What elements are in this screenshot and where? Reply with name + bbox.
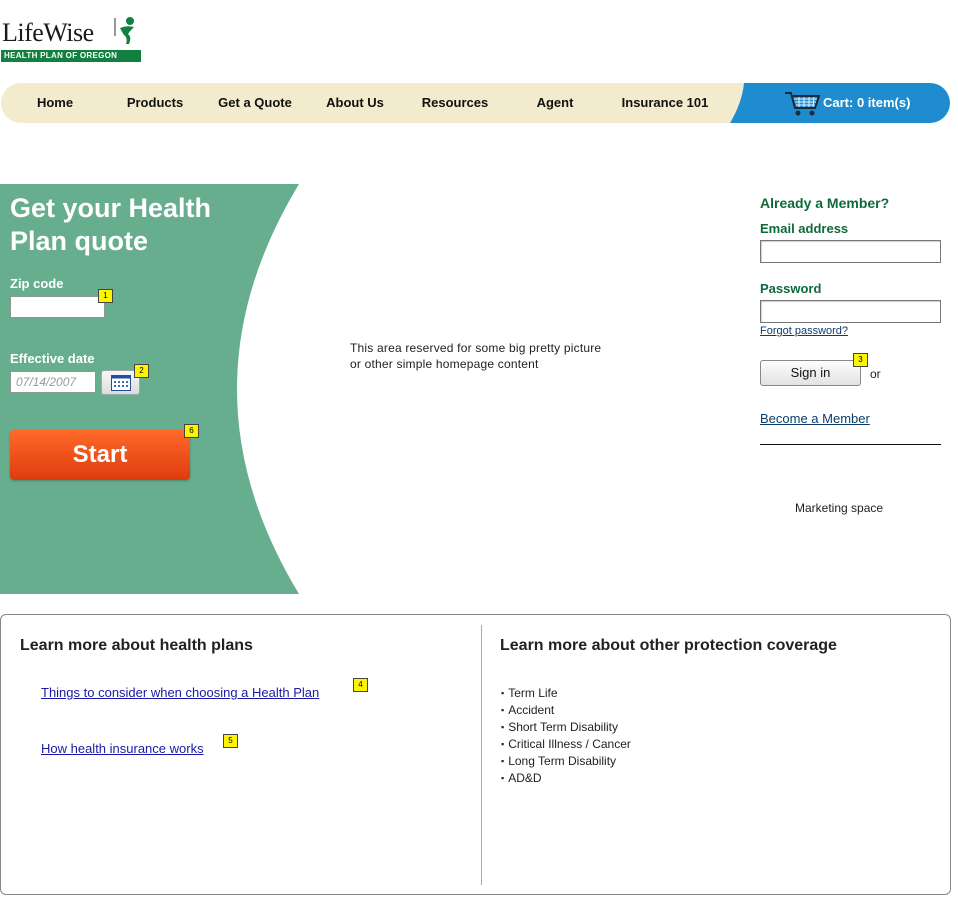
list-item: Critical Illness / Cancer (501, 736, 631, 753)
zip-code-label: Zip code (10, 276, 64, 291)
effective-date-label: Effective date (10, 351, 95, 366)
password-field[interactable] (760, 300, 941, 323)
password-label: Password (760, 281, 822, 296)
person-logo-icon (114, 17, 134, 44)
annotation-badge-1: 1 (98, 289, 113, 303)
main-nav: Home Products Get a Quote About Us Resou… (1, 83, 950, 123)
quote-panel: Get your Health Plan quote Zip code 1 Ef… (0, 184, 300, 594)
list-item: Term Life (501, 685, 631, 702)
forgot-password-link[interactable]: Forgot password? (760, 325, 848, 337)
column-divider (481, 625, 482, 885)
how-insurance-works-link[interactable]: How health insurance works (41, 741, 204, 756)
marketing-space-text: Marketing space (795, 501, 884, 515)
member-title: Already a Member? (760, 195, 890, 211)
learn-more-box: Learn more about health plans Things to … (0, 614, 951, 895)
nav-item-products[interactable]: Products (111, 83, 199, 123)
list-item: AD&D (501, 770, 631, 787)
quote-title: Get your Health Plan quote (10, 193, 212, 256)
list-item: Long Term Disability (501, 753, 631, 770)
start-button[interactable]: Start (10, 430, 190, 480)
annotation-badge-4: 4 (353, 678, 368, 692)
cart-button[interactable]: Cart: 0 item(s) (730, 83, 950, 123)
reserved-content-text: This area reserved for some big pretty p… (350, 341, 602, 371)
annotation-badge-5: 5 (223, 734, 238, 748)
email-field[interactable] (760, 240, 941, 263)
list-item: Short Term Disability (501, 719, 631, 736)
health-plans-heading: Learn more about health plans (20, 637, 253, 654)
email-label: Email address (760, 221, 849, 236)
nav-item-get-a-quote[interactable]: Get a Quote (207, 83, 303, 123)
member-divider (760, 444, 941, 445)
calendar-icon (111, 375, 131, 391)
zip-code-input[interactable] (10, 296, 105, 318)
annotation-badge-6: 6 (184, 424, 199, 438)
shopping-cart-icon (785, 92, 821, 116)
coverage-list: Term Life Accident Short Term Disability… (501, 685, 631, 787)
nav-item-about-us[interactable]: About Us (313, 83, 397, 123)
or-text: or (870, 367, 881, 381)
logo-subtitle: HEALTH PLAN OF OREGON (4, 51, 118, 60)
lifewise-logo[interactable]: LifeWise HEALTH PLAN OF OREGON (0, 14, 145, 66)
become-member-link[interactable]: Become a Member (760, 411, 870, 426)
cart-label: Cart: 0 item(s) (823, 95, 911, 110)
sign-in-button[interactable]: Sign in (760, 360, 861, 386)
logo-wordmark: LifeWise (2, 18, 94, 47)
nav-item-agent[interactable]: Agent (515, 83, 595, 123)
nav-item-insurance-101[interactable]: Insurance 101 (607, 83, 723, 123)
choosing-health-plan-link[interactable]: Things to consider when choosing a Healt… (41, 685, 319, 700)
other-coverage-heading: Learn more about other protection covera… (500, 637, 837, 654)
annotation-badge-3: 3 (853, 353, 868, 367)
nav-item-home[interactable]: Home (15, 83, 95, 123)
nav-item-resources[interactable]: Resources (409, 83, 501, 123)
effective-date-input[interactable] (10, 371, 96, 393)
annotation-badge-2: 2 (134, 364, 149, 378)
list-item: Accident (501, 702, 631, 719)
